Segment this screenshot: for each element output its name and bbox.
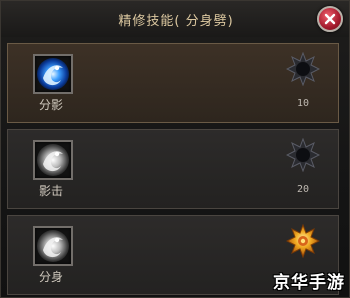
watermark-text: 京华手游 [273, 273, 345, 293]
window-title: 精修技能( 分身劈) [118, 14, 234, 29]
skill-name: 分影 [38, 98, 63, 112]
skill-level: 10 [296, 98, 310, 109]
skill-row-yingji[interactable]: 影击 20 [7, 129, 339, 209]
skill-refine-window: 精修技能( 分身劈) 分影 10 影击 20 分身 京华手游 [0, 0, 350, 298]
skill-row-fenying[interactable]: 分影 10 [7, 43, 339, 123]
skill-name: 分身 [38, 270, 63, 284]
gray-swirl-skill-icon[interactable] [33, 140, 73, 180]
skill-name: 影击 [38, 184, 63, 198]
gold-star-badge [286, 224, 320, 258]
skill-level: 20 [296, 184, 310, 195]
close-button[interactable] [317, 6, 343, 32]
dark-star-badge [286, 52, 320, 86]
close-icon [324, 13, 336, 25]
gray-swirl-skill-icon[interactable] [33, 226, 73, 266]
title-bar: 精修技能( 分身劈) [1, 1, 349, 37]
blue-swirl-skill-icon[interactable] [33, 54, 73, 94]
dark-star-badge [286, 138, 320, 172]
